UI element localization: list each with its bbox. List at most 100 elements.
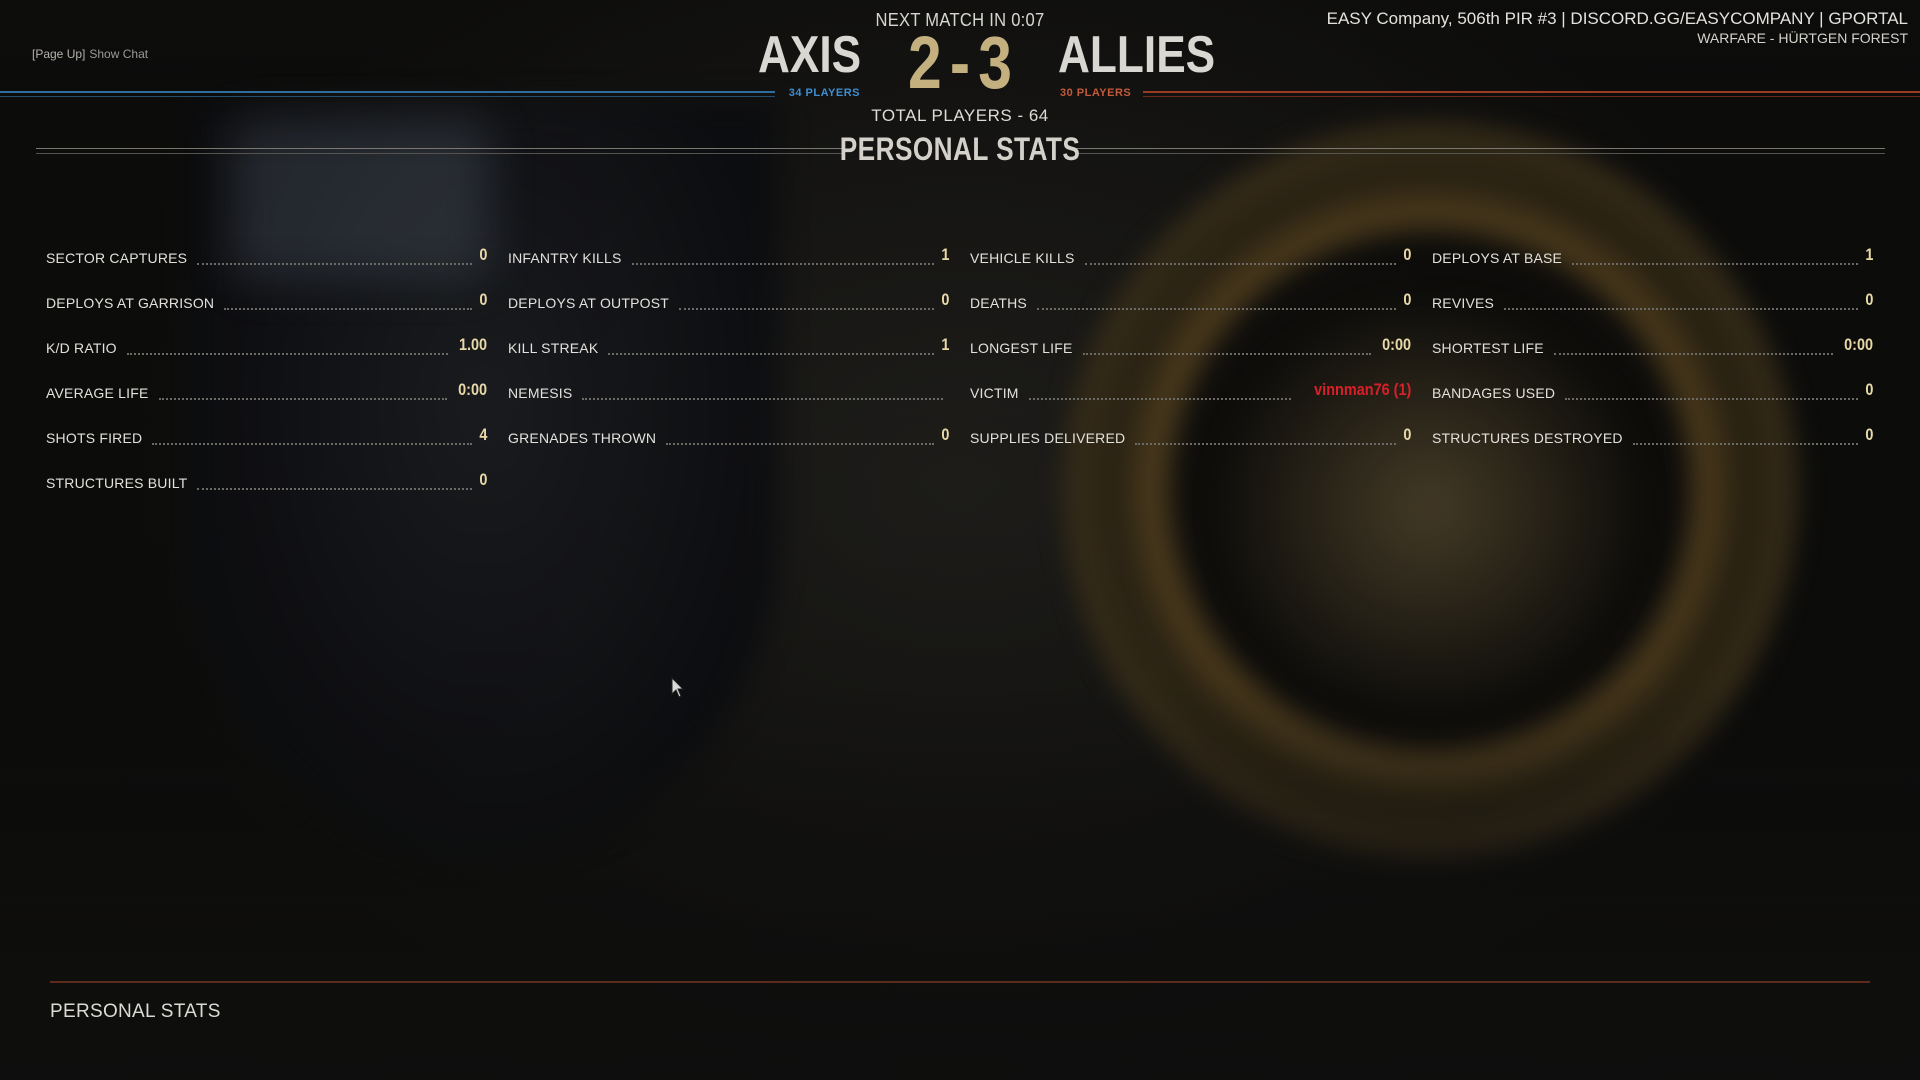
background-fade: [0, 680, 1920, 1080]
stat-leader-dots: [1504, 307, 1858, 310]
match-score: 2-3: [894, 20, 1025, 105]
mouse-pointer-icon: [671, 677, 685, 698]
stat-row: SUPPLIES DELIVERED 0: [970, 412, 1411, 457]
stat-label: BANDAGES USED: [1432, 384, 1556, 401]
stat-value: 0: [1864, 379, 1873, 399]
stat-value: 0:00: [1844, 334, 1873, 354]
stat-row: SHORTEST LIFE 0:00: [1432, 322, 1873, 367]
stat-label: DEATHS: [970, 294, 1027, 311]
stat-label: AVERAGE LIFE: [46, 384, 149, 401]
stat-leader-dots: [1632, 442, 1858, 445]
stat-label: SUPPLIES DELIVERED: [970, 429, 1126, 446]
total-players: TOTAL PLAYERS - 64: [871, 106, 1049, 125]
stat-row: K/D RATIO 1.00: [46, 322, 487, 367]
stat-value: 0: [940, 289, 949, 309]
stat-value: 0: [940, 424, 949, 444]
stat-value: 0: [1402, 289, 1411, 309]
axis-divider-line-thin: [0, 96, 775, 97]
stat-value: 0: [1864, 424, 1873, 444]
stat-label: STRUCTURES BUILT: [46, 474, 188, 491]
stat-value: 0: [1402, 244, 1411, 264]
stat-row: VEHICLE KILLS 0: [970, 232, 1411, 277]
stat-label: K/D RATIO: [46, 339, 117, 356]
stat-row: INFANTRY KILLS 1: [508, 232, 949, 277]
allies-divider-line-thin: [1143, 96, 1920, 97]
stat-label: VEHICLE KILLS: [970, 249, 1075, 266]
axis-player-count: 34 PLAYERS: [788, 87, 860, 99]
stat-row: VICTIM vinnman76 (1): [970, 367, 1411, 412]
stat-leader-dots: [631, 262, 934, 265]
stat-label: DEPLOYS AT BASE: [1432, 249, 1563, 266]
stat-value: 1: [940, 334, 949, 354]
map-name: WARFARE - HÜRTGEN FOREST: [1697, 30, 1908, 46]
footer-tab-personal-stats[interactable]: PERSONAL STATS: [50, 1001, 221, 1023]
stats-column-2: INFANTRY KILLS 1 DEPLOYS AT OUTPOST 0 KILL…: [508, 232, 949, 457]
axis-divider-line: [0, 91, 775, 93]
stat-row: STRUCTURES BUILT 0: [46, 457, 487, 502]
stat-label: GRENADES THROWN: [508, 429, 657, 446]
stat-label: DEPLOYS AT GARRISON: [46, 294, 215, 311]
stat-leader-dots: [1135, 442, 1396, 445]
allies-score: 3: [978, 21, 1013, 104]
stat-leader-dots: [679, 307, 934, 310]
stat-leader-dots: [197, 487, 472, 490]
stat-label: NEMESIS: [508, 384, 573, 401]
stat-label: REVIVES: [1432, 294, 1495, 311]
stat-row: DEATHS 0: [970, 277, 1411, 322]
stat-leader-dots: [126, 352, 448, 355]
allies-player-count: 30 PLAYERS: [1060, 87, 1132, 99]
stat-label: VICTIM: [970, 384, 1019, 401]
stat-row: SECTOR CAPTURES 0: [46, 232, 487, 277]
axis-score: 2: [907, 21, 942, 104]
stat-leader-dots: [582, 397, 943, 400]
stats-column-3: VEHICLE KILLS 0 DEATHS 0 LONGEST LIFE 0:00 …: [970, 232, 1411, 457]
stat-leader-dots: [1084, 262, 1396, 265]
stat-leader-dots: [158, 397, 447, 400]
show-chat-hint[interactable]: [Page Up] Show Chat: [32, 47, 148, 61]
stats-column-4: DEPLOYS AT BASE 1 REVIVES 0 SHORTEST LIFE 0…: [1432, 232, 1873, 457]
stat-leader-dots: [152, 442, 472, 445]
stat-leader-dots: [197, 262, 472, 265]
allies-divider-line: [1143, 91, 1920, 93]
stat-value: 1: [940, 244, 949, 264]
stat-value: 0:00: [1382, 334, 1411, 354]
stat-leader-dots: [1028, 397, 1291, 400]
stat-value: 0: [478, 469, 487, 489]
stat-label: SECTOR CAPTURES: [46, 249, 188, 266]
stat-label: KILL STREAK: [508, 339, 599, 356]
section-title: PERSONAL STATS: [839, 131, 1081, 167]
stat-row: SHOTS FIRED 4: [46, 412, 487, 457]
stat-label: INFANTRY KILLS: [508, 249, 622, 266]
stat-leader-dots: [1565, 397, 1858, 400]
stat-value: 1.00: [458, 334, 487, 354]
stat-row: DEPLOYS AT OUTPOST 0: [508, 277, 949, 322]
server-name: EASY Company, 506th PIR #3 | DISCORD.GG/…: [1326, 9, 1908, 28]
stat-row: DEPLOYS AT GARRISON 0: [46, 277, 487, 322]
stat-row: NEMESIS: [508, 367, 949, 412]
stat-leader-dots: [608, 352, 934, 355]
stat-label: SHORTEST LIFE: [1432, 339, 1544, 356]
stat-value: 1: [1864, 244, 1873, 264]
stat-leader-dots: [224, 307, 472, 310]
stat-row: LONGEST LIFE 0:00: [970, 322, 1411, 367]
chat-keybind: [Page Up]: [32, 47, 86, 61]
stat-leader-dots: [666, 442, 934, 445]
footer-divider: [50, 981, 1870, 983]
stat-value: 0: [478, 289, 487, 309]
stat-value: 0: [478, 244, 487, 264]
allies-team-name: ALLIES: [1058, 26, 1216, 84]
stat-row: GRENADES THROWN 0: [508, 412, 949, 457]
stat-value: 0: [1402, 424, 1411, 444]
stat-leader-dots: [1082, 352, 1371, 355]
stat-row: STRUCTURES DESTROYED 0: [1432, 412, 1873, 457]
stat-leader-dots: [1036, 307, 1396, 310]
stat-label: DEPLOYS AT OUTPOST: [508, 294, 670, 311]
stat-label: STRUCTURES DESTROYED: [1432, 429, 1623, 446]
stat-row: BANDAGES USED 0: [1432, 367, 1873, 412]
stat-row: REVIVES 0: [1432, 277, 1873, 322]
stat-leader-dots: [1553, 352, 1833, 355]
score-separator: -: [949, 21, 971, 104]
stat-value: 0: [1864, 289, 1873, 309]
stat-leader-dots: [1572, 262, 1858, 265]
stat-row: AVERAGE LIFE 0:00: [46, 367, 487, 412]
